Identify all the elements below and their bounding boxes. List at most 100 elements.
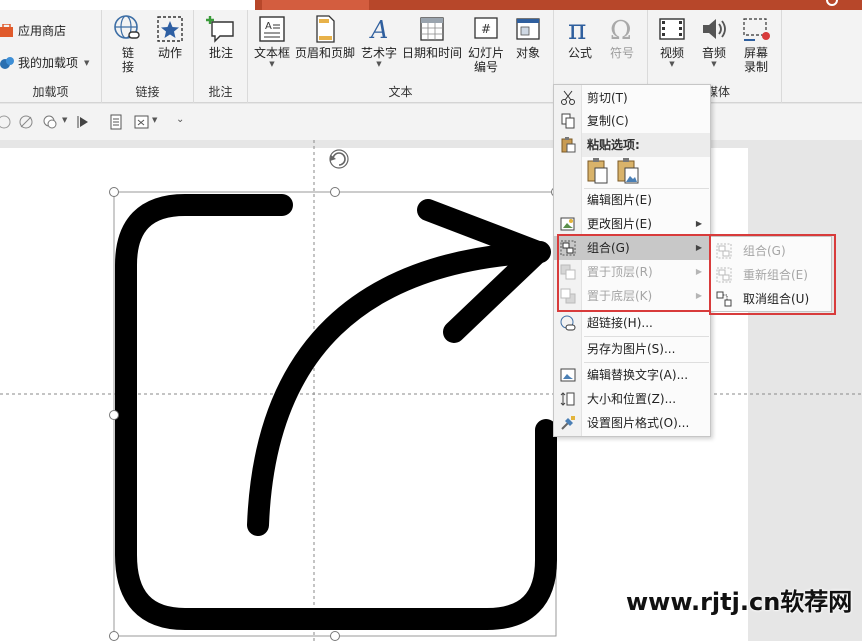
resize-handle[interactable]: [109, 410, 119, 420]
pi-icon: π: [568, 14, 586, 44]
comment-label: 批注: [208, 46, 233, 60]
shape-effects-icon[interactable]: [42, 114, 58, 130]
equation-button[interactable]: π 公式: [560, 14, 600, 60]
action-button[interactable]: 动作: [152, 14, 188, 60]
hyperlink-icon: [560, 315, 576, 331]
store-icon: [0, 23, 13, 37]
watermark-text: www.rjtj.cn软荐网: [626, 588, 853, 616]
menu-item-edit-alt-text-label: 编辑替换文字(A)...: [587, 368, 689, 382]
menu-item-size-position[interactable]: 大小和位置(Z)...: [554, 387, 710, 411]
menu-item-cut[interactable]: 剪切(T): [554, 86, 710, 110]
audio-button[interactable]: 音频 ▼: [694, 14, 734, 68]
screen-rec-label-line2: 录制: [743, 60, 768, 74]
alt-text-icon: [560, 368, 576, 382]
film-icon: [659, 18, 685, 40]
textbox-button[interactable]: A 文本框 ▼: [252, 14, 292, 68]
app-store-button[interactable]: 应用商店: [0, 22, 66, 39]
speaker-icon: [703, 19, 726, 39]
more-commands-icon[interactable]: ⌄: [176, 114, 184, 125]
wordart-label: 艺术字: [360, 46, 397, 60]
quick-access-toolbar: ▼ ▼ ⌄: [0, 104, 862, 140]
audio-label: 音频: [701, 46, 726, 60]
menu-item-save-as-picture[interactable]: 另存为图片(S)...: [554, 337, 710, 361]
menu-item-edit-picture[interactable]: 编辑图片(E): [554, 188, 710, 212]
star-action-icon: [157, 16, 183, 42]
submenu-arrow-icon: ▶: [695, 219, 702, 228]
change-picture-icon: [560, 217, 575, 231]
notes-icon[interactable]: [108, 114, 124, 130]
slide-number-button[interactable]: # 幻灯片 编号: [464, 14, 508, 74]
title-bar: [0, 0, 862, 10]
paste-options-label: 粘贴选项:: [587, 138, 640, 152]
chevron-down-icon: ▼: [269, 60, 275, 68]
paste-as-picture-icon[interactable]: [616, 158, 642, 186]
rotate-handle-icon[interactable]: [329, 149, 349, 169]
comment-button[interactable]: 批注: [202, 14, 240, 60]
wordart-button[interactable]: A 艺术字 ▼: [358, 14, 400, 68]
scissors-icon: [561, 90, 575, 105]
symbol-label: 符号: [609, 46, 634, 60]
chevron-down-icon[interactable]: ▼: [152, 116, 157, 124]
paste-options-row: [584, 158, 710, 188]
ribbon: 应用商店 我的加载项 ▼ 加载项 链 接 动作 链接 批注 批注 A 文本框 ▼…: [0, 10, 862, 103]
svg-text:#: #: [481, 22, 491, 36]
menu-item-cut-label: 剪切(T): [587, 91, 628, 105]
my-addins-button[interactable]: 我的加载项 ▼: [0, 54, 89, 71]
menu-item-change-picture-label: 更改图片(E): [587, 217, 652, 231]
textbox-icon: A: [259, 16, 285, 42]
group-addins: 应用商店 我的加载项 ▼ 加载项: [0, 10, 102, 103]
video-button[interactable]: 视频 ▼: [652, 14, 692, 68]
symbol-button[interactable]: Ω 符号: [602, 14, 642, 60]
group-links: 链 接 动作 链接: [102, 10, 194, 103]
chevron-down-icon: ▼: [711, 60, 717, 68]
object-label: 对象: [515, 46, 540, 60]
action-label: 动作: [157, 46, 182, 60]
annotation-highlight-box: [709, 234, 836, 315]
resize-handle[interactable]: [330, 631, 340, 641]
resize-handle[interactable]: [109, 187, 119, 197]
slide-number-label-line1: 幻灯片: [467, 46, 504, 60]
link-label-bottom: 接: [121, 60, 134, 74]
header-footer-label: 页眉和页脚: [294, 46, 355, 60]
window-control-icon[interactable]: [826, 0, 838, 6]
menu-item-hyperlink-label: 超链接(H)...: [587, 316, 653, 330]
group-comments: 批注 批注: [194, 10, 248, 103]
chevron-down-icon: ▼: [84, 58, 90, 67]
menu-item-edit-alt-text[interactable]: 编辑替换文字(A)...: [554, 363, 710, 387]
svg-text:A: A: [265, 21, 272, 32]
paste-icon: [561, 137, 576, 153]
slide-shapes-layer: [0, 140, 862, 641]
group-label-text: 文本: [388, 85, 413, 99]
copy-icon: [561, 113, 575, 129]
shape-outline-icon[interactable]: [0, 114, 16, 130]
no-shape-icon[interactable]: [18, 114, 34, 130]
slide-number-label-line2: 编号: [473, 60, 498, 74]
chevron-down-icon: ▼: [376, 60, 382, 68]
paste-keep-format-icon[interactable]: [586, 158, 612, 186]
resize-handle[interactable]: [330, 187, 340, 197]
svg-text:A: A: [369, 16, 388, 44]
menu-section-paste-options: 粘贴选项:: [582, 133, 710, 157]
menu-item-copy[interactable]: 复制(C): [554, 109, 710, 133]
my-addins-label: 我的加载项: [18, 56, 79, 70]
size-position-icon: [560, 392, 575, 406]
header-footer-button[interactable]: 页眉和页脚: [294, 14, 356, 60]
object-button[interactable]: 对象: [510, 14, 546, 60]
screen-record-icon: [743, 18, 770, 41]
wordart-icon: A: [369, 16, 388, 44]
slide-number-icon: #: [474, 17, 498, 39]
animation-icon[interactable]: [76, 114, 92, 130]
link-button[interactable]: 链 接: [110, 14, 146, 74]
share-arrow-picture[interactable]: [115, 194, 557, 630]
screen-recording-button[interactable]: 屏幕 录制: [736, 14, 776, 74]
svg-text:π: π: [568, 14, 586, 44]
header-footer-icon: [316, 15, 335, 43]
menu-item-format-picture[interactable]: 设置图片格式(O)...: [554, 411, 710, 435]
datetime-button[interactable]: 日期和时间: [400, 14, 464, 60]
menu-item-change-picture[interactable]: 更改图片(E) ▶: [554, 212, 710, 236]
svg-text:Ω: Ω: [610, 16, 632, 44]
chevron-down-icon[interactable]: ▼: [62, 116, 67, 124]
menu-item-hyperlink[interactable]: 超链接(H)...: [554, 311, 710, 335]
resize-handle[interactable]: [109, 631, 119, 641]
layout-icon[interactable]: [134, 114, 150, 130]
